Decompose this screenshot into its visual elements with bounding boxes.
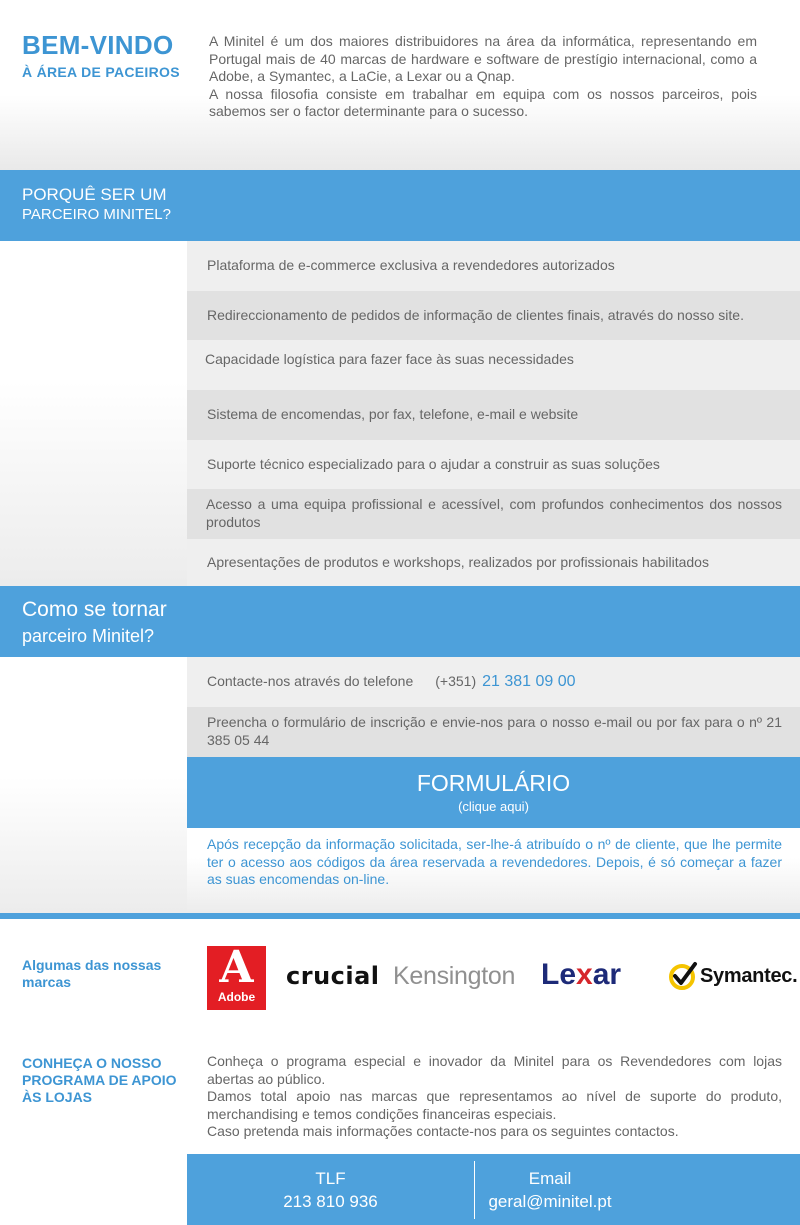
crucial-logo: crucial <box>286 962 380 990</box>
form-button[interactable]: FORMULÁRIO (clique aqui) <box>187 757 800 828</box>
benefit-text: Plataforma de e-commerce exclusiva a rev… <box>207 257 615 274</box>
why-header: PORQUÊ SER UM PARCEIRO MINITEL? <box>0 170 800 241</box>
benefit-text: Apresentações de produtos e workshops, r… <box>207 553 709 570</box>
why-title-line2: PARCEIRO MINITEL? <box>22 206 171 223</box>
intro-text: A Minitel é um dos maiores distribuidore… <box>209 33 757 121</box>
benefit-text: Acesso a uma equipa profissional e acess… <box>206 496 782 530</box>
lexar-part: ar <box>592 958 622 991</box>
benefit-item: Acesso a uma equipa profissional e acess… <box>187 489 800 539</box>
why-title-line1: PORQUÊ SER UM <box>22 185 167 204</box>
benefit-item: Redireccionamento de pedidos de informaç… <box>187 291 800 340</box>
program-paragraph: Caso pretenda mais informações contacte-… <box>207 1123 679 1140</box>
kensington-logo: Kensington <box>393 962 516 990</box>
page-title: BEM-VINDO <box>22 30 174 60</box>
step-contact: Contacte-nos através do telefone (+351) … <box>187 657 800 707</box>
form-button-subtitle: (clique aqui) <box>458 799 529 814</box>
benefit-item: Apresentações de produtos e workshops, r… <box>187 539 800 586</box>
section-divider <box>0 913 800 919</box>
program-title: CONHEÇA O NOSSO PROGRAMA DE APOIO ÀS LOJ… <box>22 1055 177 1106</box>
contact-email: Email geral@minitel.pt <box>475 1168 625 1214</box>
left-gradient-column <box>0 657 187 913</box>
brands-title: Algumas das nossas marcas <box>22 957 162 990</box>
benefit-item: Capacidade logística para fazer face às … <box>187 340 800 390</box>
program-paragraph: Damos total apoio nas marcas que represe… <box>207 1088 782 1122</box>
step-text: Contacte-nos através do telefone <box>207 673 414 690</box>
step-form: Preencha o formulário de inscrição e env… <box>187 707 800 757</box>
intro-paragraph: A Minitel é um dos maiores distribuidore… <box>209 33 757 85</box>
program-paragraph: Conheça o programa especial e inovador d… <box>207 1053 782 1087</box>
email-value[interactable]: geral@minitel.pt <box>475 1190 625 1214</box>
symantec-wordmark: Symantec. <box>700 964 798 987</box>
lexar-logo: Lexar <box>541 958 621 992</box>
after-info: Após recepção da informação solicitada, … <box>187 828 800 913</box>
benefit-item: Sistema de encomendas, por fax, telefone… <box>187 390 800 440</box>
tlf-label: TLF <box>315 1169 346 1188</box>
page-subtitle: À ÁREA DE PACEIROS <box>22 64 180 80</box>
phone-link[interactable]: 21 381 09 00 <box>482 673 575 691</box>
adobe-logo: A Adobe <box>207 946 266 1010</box>
program-text: Conheça o programa especial e inovador d… <box>207 1053 782 1141</box>
adobe-wordmark: Adobe <box>217 990 256 1004</box>
email-label: Email <box>528 1169 572 1188</box>
how-title-line1: Como se tornar <box>22 598 167 621</box>
how-header: Como se tornar parceiro Minitel? <box>0 586 800 657</box>
lexar-part: Le <box>541 958 577 991</box>
symantec-check-icon <box>669 962 697 990</box>
benefit-text: Redireccionamento de pedidos de informaç… <box>207 306 744 323</box>
how-title-line2: parceiro Minitel? <box>22 626 155 646</box>
tlf-value[interactable]: 213 810 936 <box>187 1190 474 1214</box>
benefit-text: Suporte técnico especializado para o aju… <box>207 455 660 472</box>
benefit-text: Sistema de encomendas, por fax, telefone… <box>207 406 579 423</box>
form-button-title: FORMULÁRIO <box>416 770 571 796</box>
step-text: Preencha o formulário de inscrição e env… <box>207 714 782 748</box>
phone-prefix: (+351) <box>435 673 477 690</box>
adobe-mark: A <box>219 942 254 993</box>
lexar-x: x <box>576 958 593 991</box>
benefit-text: Capacidade logística para fazer face às … <box>205 351 574 367</box>
intro-paragraph: A nossa filosofia consiste em trabalhar … <box>209 85 757 120</box>
after-text: Após recepção da informação solicitada, … <box>207 836 782 888</box>
symantec-logo: Symantec. <box>668 960 798 992</box>
benefit-item: Suporte técnico especializado para o aju… <box>187 440 800 489</box>
contact-phone: TLF 213 810 936 <box>187 1168 474 1214</box>
benefit-item: Plataforma de e-commerce exclusiva a rev… <box>187 241 800 291</box>
left-gradient-column <box>0 241 187 586</box>
contact-bar: TLF 213 810 936 Email geral@minitel.pt <box>187 1154 800 1225</box>
